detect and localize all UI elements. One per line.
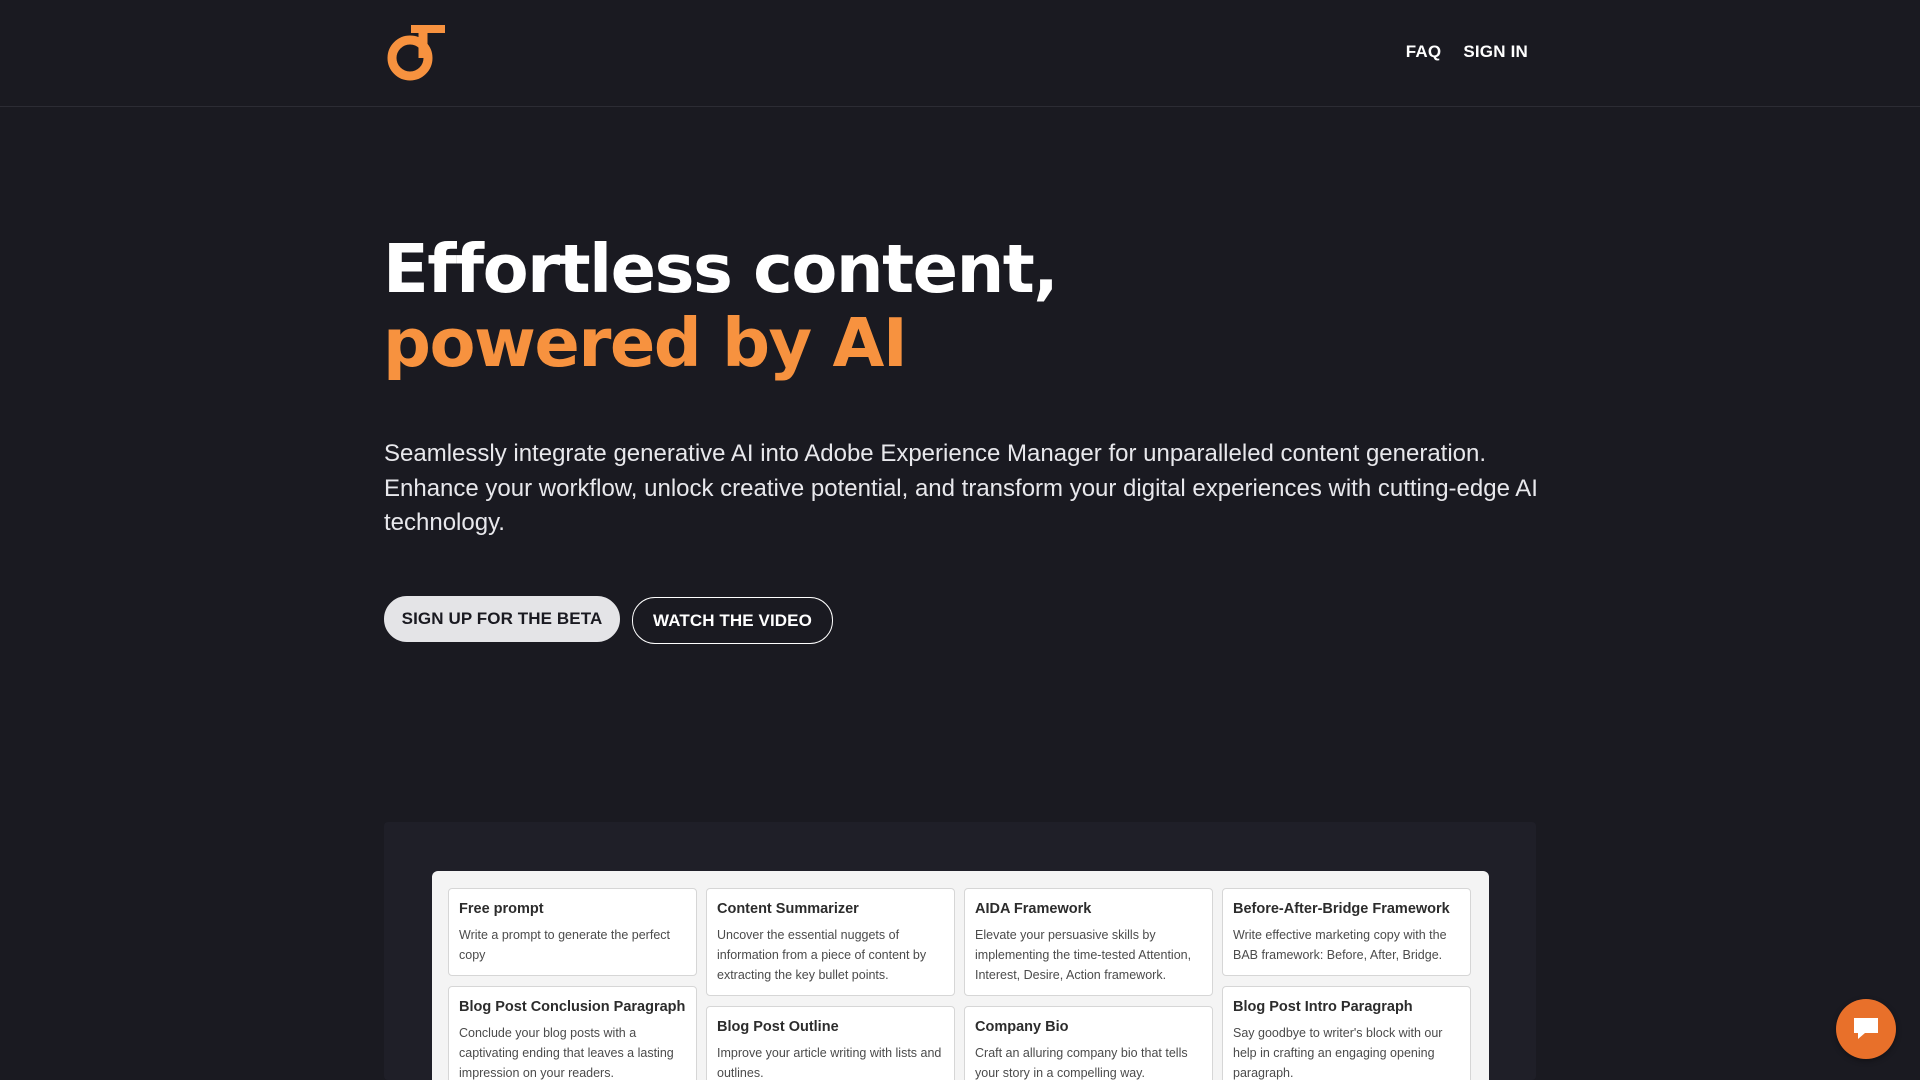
template-card-description: Conclude your blog posts with a captivat… <box>459 1026 674 1080</box>
template-card-title: Content Summarizer <box>717 901 859 917</box>
chat-bubble-icon <box>1854 1018 1878 1039</box>
template-card-description: Uncover the essential nuggets of informa… <box>717 928 927 982</box>
hero-title-line2: powered by AI <box>383 304 908 382</box>
hero-description: Seamlessly integrate generative AI into … <box>384 440 1538 536</box>
template-card[interactable]: Blog Post Intro Paragraph Say goodbye to… <box>1222 986 1471 1080</box>
template-card-title: Blog Post Outline <box>717 1019 839 1035</box>
watch-video-button[interactable]: WATCH THE VIDEO <box>632 597 833 644</box>
nav-sign-in-link[interactable]: SIGN IN <box>1463 42 1528 62</box>
top-navigation-bar: FAQ SIGN IN <box>0 0 1920 107</box>
template-card-description: Write effective marketing copy with the … <box>1233 928 1447 962</box>
template-card-title: Blog Post Conclusion Paragraph <box>459 999 686 1015</box>
template-card-description: Craft an alluring company bio that tells… <box>975 1046 1188 1080</box>
chat-launcher-button[interactable] <box>1836 999 1896 1059</box>
template-card[interactable]: Content Summarizer Uncover the essential… <box>706 888 955 996</box>
sign-up-beta-button[interactable]: SIGN UP FOR THE BETA <box>384 596 620 642</box>
template-card[interactable]: Blog Post Outline Improve your article w… <box>706 1006 955 1080</box>
template-card-description: Improve your article writing with lists … <box>717 1046 942 1080</box>
template-card[interactable]: Company Bio Craft an alluring company bi… <box>964 1006 1213 1080</box>
template-card-title: Before-After-Bridge Framework <box>1233 901 1450 917</box>
template-card-description: Write a prompt to generate the perfect c… <box>459 928 670 962</box>
main-nav: FAQ SIGN IN <box>1406 42 1528 62</box>
template-card-title: Blog Post Intro Paragraph <box>1233 999 1413 1015</box>
template-card[interactable]: Before-After-Bridge Framework Write effe… <box>1222 888 1471 976</box>
template-card-description: Elevate your persuasive skills by implem… <box>975 928 1192 982</box>
hero-title-line1: Effortless content, <box>383 230 1059 308</box>
template-card[interactable]: Blog Post Conclusion Paragraph Conclude … <box>448 986 697 1080</box>
product-preview: Free prompt Write a prompt to generate t… <box>384 822 1536 1080</box>
template-grid-screenshot: Free prompt Write a prompt to generate t… <box>432 871 1489 1080</box>
template-card[interactable]: AIDA Framework Elevate your persuasive s… <box>964 888 1213 996</box>
hero-title: Effortless content, powered by AI <box>383 230 1059 382</box>
template-card-title: Company Bio <box>975 1019 1069 1035</box>
template-card-title: Free prompt <box>459 901 544 917</box>
brand-logo[interactable] <box>383 20 445 82</box>
nav-faq-link[interactable]: FAQ <box>1406 42 1442 62</box>
template-card-description: Say goodbye to writer's block with our h… <box>1233 1026 1443 1080</box>
brand-logo-icon <box>387 25 445 81</box>
template-card[interactable]: Free prompt Write a prompt to generate t… <box>448 888 697 976</box>
template-card-title: AIDA Framework <box>975 901 1092 917</box>
